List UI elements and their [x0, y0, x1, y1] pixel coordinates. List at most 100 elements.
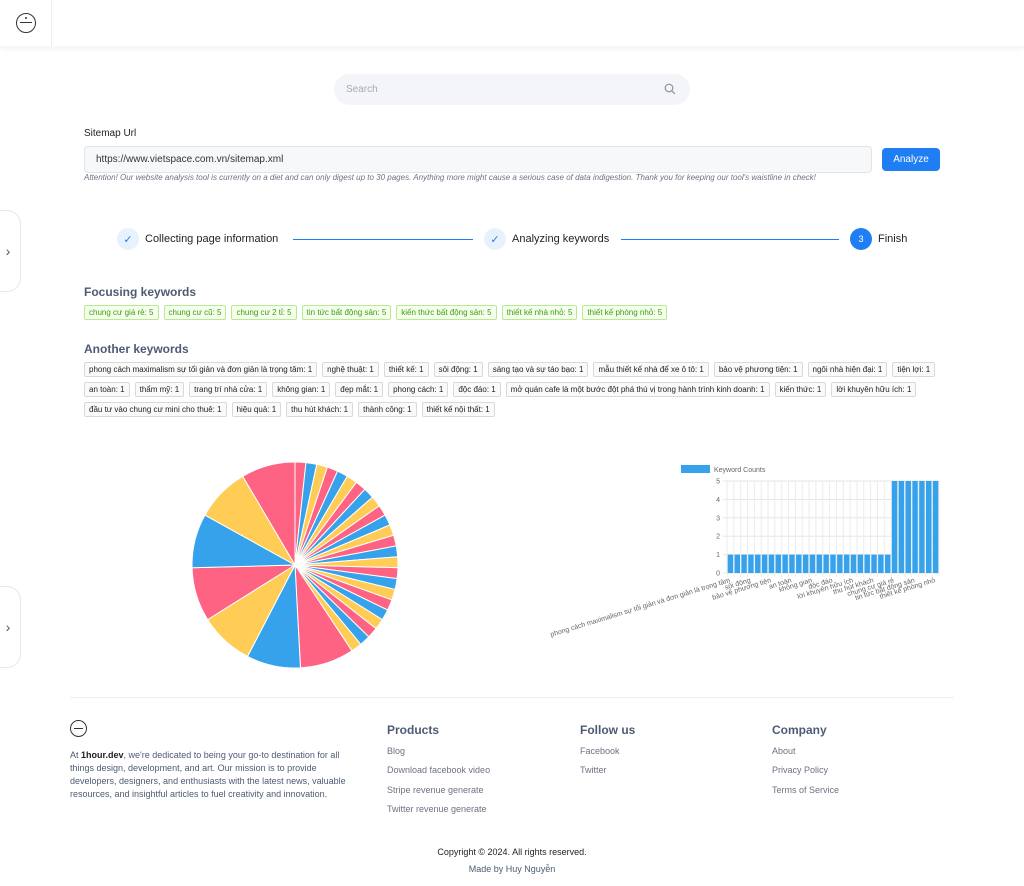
- step-analyzing: ✓ Analyzing keywords: [484, 228, 609, 250]
- step-label: Collecting page information: [145, 233, 279, 245]
- footer-about: At 1hour.dev, we're dedicated to being y…: [70, 749, 364, 801]
- footer-link-about[interactable]: About: [772, 746, 839, 765]
- bar: [912, 481, 918, 573]
- side-expand-button-2[interactable]: ›: [0, 586, 21, 668]
- footer-link-blog[interactable]: Blog: [387, 746, 490, 765]
- bar: [864, 554, 870, 573]
- keyword-tag: trang trí nhà cửa: 1: [189, 382, 268, 397]
- bar: [871, 554, 877, 573]
- search-icon[interactable]: [664, 83, 676, 95]
- focusing-keywords-list: chung cư giá rẻ: 5 chung cư cũ: 5 chung cư…: [84, 305, 954, 320]
- footer-company-title: Company: [772, 723, 827, 737]
- footer-company: Company About Privacy Policy Terms of Se…: [772, 723, 839, 804]
- keyword-tag: đầu tư vào chung cư mini cho thuê: 1: [84, 402, 227, 417]
- bar: [789, 554, 795, 573]
- bar: [843, 554, 850, 573]
- keyword-tag: kiến thức bất động sản: 5: [396, 305, 497, 320]
- bar: [755, 554, 761, 573]
- another-keywords-title: Another keywords: [84, 342, 189, 356]
- chevron-right-icon: ›: [5, 619, 11, 635]
- copyright: Copyright © 2024. All rights reserved.: [437, 847, 587, 857]
- bar: [837, 554, 843, 573]
- logo-icon: [15, 13, 36, 33]
- bar: [926, 481, 932, 573]
- about-brand: 1hour.dev: [81, 750, 124, 760]
- legend-swatch: [681, 465, 710, 473]
- keyword-tag: thu hút khách: 1: [286, 402, 354, 417]
- y-tick-label: 2: [716, 534, 720, 541]
- keyword-tag: tiện lợi: 1: [892, 362, 936, 377]
- keyword-tag: thiết kế phòng nhỏ: 5: [582, 305, 668, 320]
- footer-products: Products Blog Download facebook video St…: [387, 723, 490, 823]
- keyword-tag: kiến thức: 1: [774, 382, 827, 397]
- keyword-tag: phong cách maximalism sự tối giản và đơn…: [84, 362, 318, 377]
- check-icon: ✓: [484, 228, 506, 250]
- bar: [857, 554, 864, 573]
- keyword-tag: không gian: 1: [272, 382, 331, 397]
- chevron-right-icon: ›: [5, 243, 11, 259]
- keyword-tag: an toàn: 1: [84, 382, 130, 397]
- bar: [850, 554, 857, 573]
- analyze-button[interactable]: Analyze: [882, 148, 940, 171]
- legend-label: Keyword Counts: [714, 467, 766, 474]
- keyword-tag: chung cư giá rẻ: 5: [84, 305, 159, 320]
- about-prefix: At: [70, 750, 82, 760]
- keyword-tag: thẩm mỹ: 1: [134, 382, 185, 397]
- bar: [823, 554, 829, 573]
- footer-link-facebook[interactable]: Facebook: [580, 746, 635, 765]
- keyword-tag: bảo vệ phương tiện: 1: [713, 362, 803, 377]
- step-connector: [621, 239, 839, 240]
- keyword-tag: chung cư 2 tỉ: 5: [231, 305, 297, 320]
- footer-link-download-facebook-video[interactable]: Download facebook video: [387, 765, 490, 784]
- footer-link-privacy[interactable]: Privacy Policy: [772, 765, 839, 784]
- keyword-tag: thiết kế nội thất: 1: [421, 402, 495, 417]
- y-tick-label: 3: [716, 515, 720, 522]
- keyword-tag: tin tức bất động sản: 5: [301, 305, 392, 320]
- step-collecting: ✓ Collecting page information: [117, 228, 278, 250]
- sitemap-url-input[interactable]: [84, 146, 872, 173]
- footer-link-stripe-revenue[interactable]: Stripe revenue generate: [387, 785, 490, 804]
- step-label: Finish: [878, 233, 908, 245]
- bar: [891, 481, 898, 573]
- keyword-tag: độc đáo: 1: [453, 382, 501, 397]
- bar: [734, 554, 740, 573]
- keyword-tag: mẫu thiết kế nhà để xe ô tô: 1: [593, 362, 709, 377]
- bar: [796, 554, 802, 573]
- search-input[interactable]: [346, 74, 656, 105]
- bar: [761, 554, 768, 573]
- step-number: 3: [850, 228, 872, 250]
- bar: [768, 554, 775, 573]
- keyword-tag: chung cư cũ: 5: [163, 305, 227, 320]
- y-tick-label: 5: [716, 479, 720, 486]
- keyword-tag: mở quán cafe là một bước đột phá thú vị …: [505, 382, 770, 397]
- bar: [884, 554, 891, 573]
- y-tick-label: 4: [716, 497, 720, 504]
- side-expand-button-1[interactable]: ›: [0, 210, 21, 292]
- bar: [775, 554, 782, 573]
- bar: [878, 554, 884, 573]
- keyword-tag: thiết kế: 1: [383, 362, 429, 377]
- bar: [919, 481, 925, 573]
- keyword-tag: sáng tạo và sự táo bạo: 1: [487, 362, 589, 377]
- step-label: Analyzing keywords: [512, 233, 610, 245]
- bar: [802, 554, 809, 573]
- keyword-tag: đẹp mắt: 1: [335, 382, 384, 397]
- keyword-pie-chart: [191, 461, 399, 669]
- top-bar: [0, 0, 1024, 46]
- made-by: Made by Huy Nguyễn: [468, 864, 556, 874]
- step-connector: [293, 239, 473, 240]
- focusing-keywords-title: Focusing keywords: [84, 285, 197, 299]
- bar: [905, 481, 911, 573]
- keyword-tag: nghệ thuật: 1: [322, 362, 379, 377]
- footer-link-terms[interactable]: Terms of Service: [772, 785, 839, 804]
- y-tick-label: 1: [716, 552, 720, 559]
- logo-link[interactable]: [0, 0, 52, 46]
- bar: [748, 554, 754, 573]
- keyword-tag: ngôi nhà hiện đại: 1: [807, 362, 888, 377]
- bar: [816, 554, 823, 573]
- footer-link-twitter[interactable]: Twitter: [580, 765, 635, 784]
- footer-link-twitter-revenue[interactable]: Twitter revenue generate: [387, 804, 490, 823]
- search-bar: [334, 74, 690, 105]
- bar: [809, 554, 816, 573]
- another-keywords-list: phong cách maximalism sự tối giản và đơn…: [84, 362, 954, 417]
